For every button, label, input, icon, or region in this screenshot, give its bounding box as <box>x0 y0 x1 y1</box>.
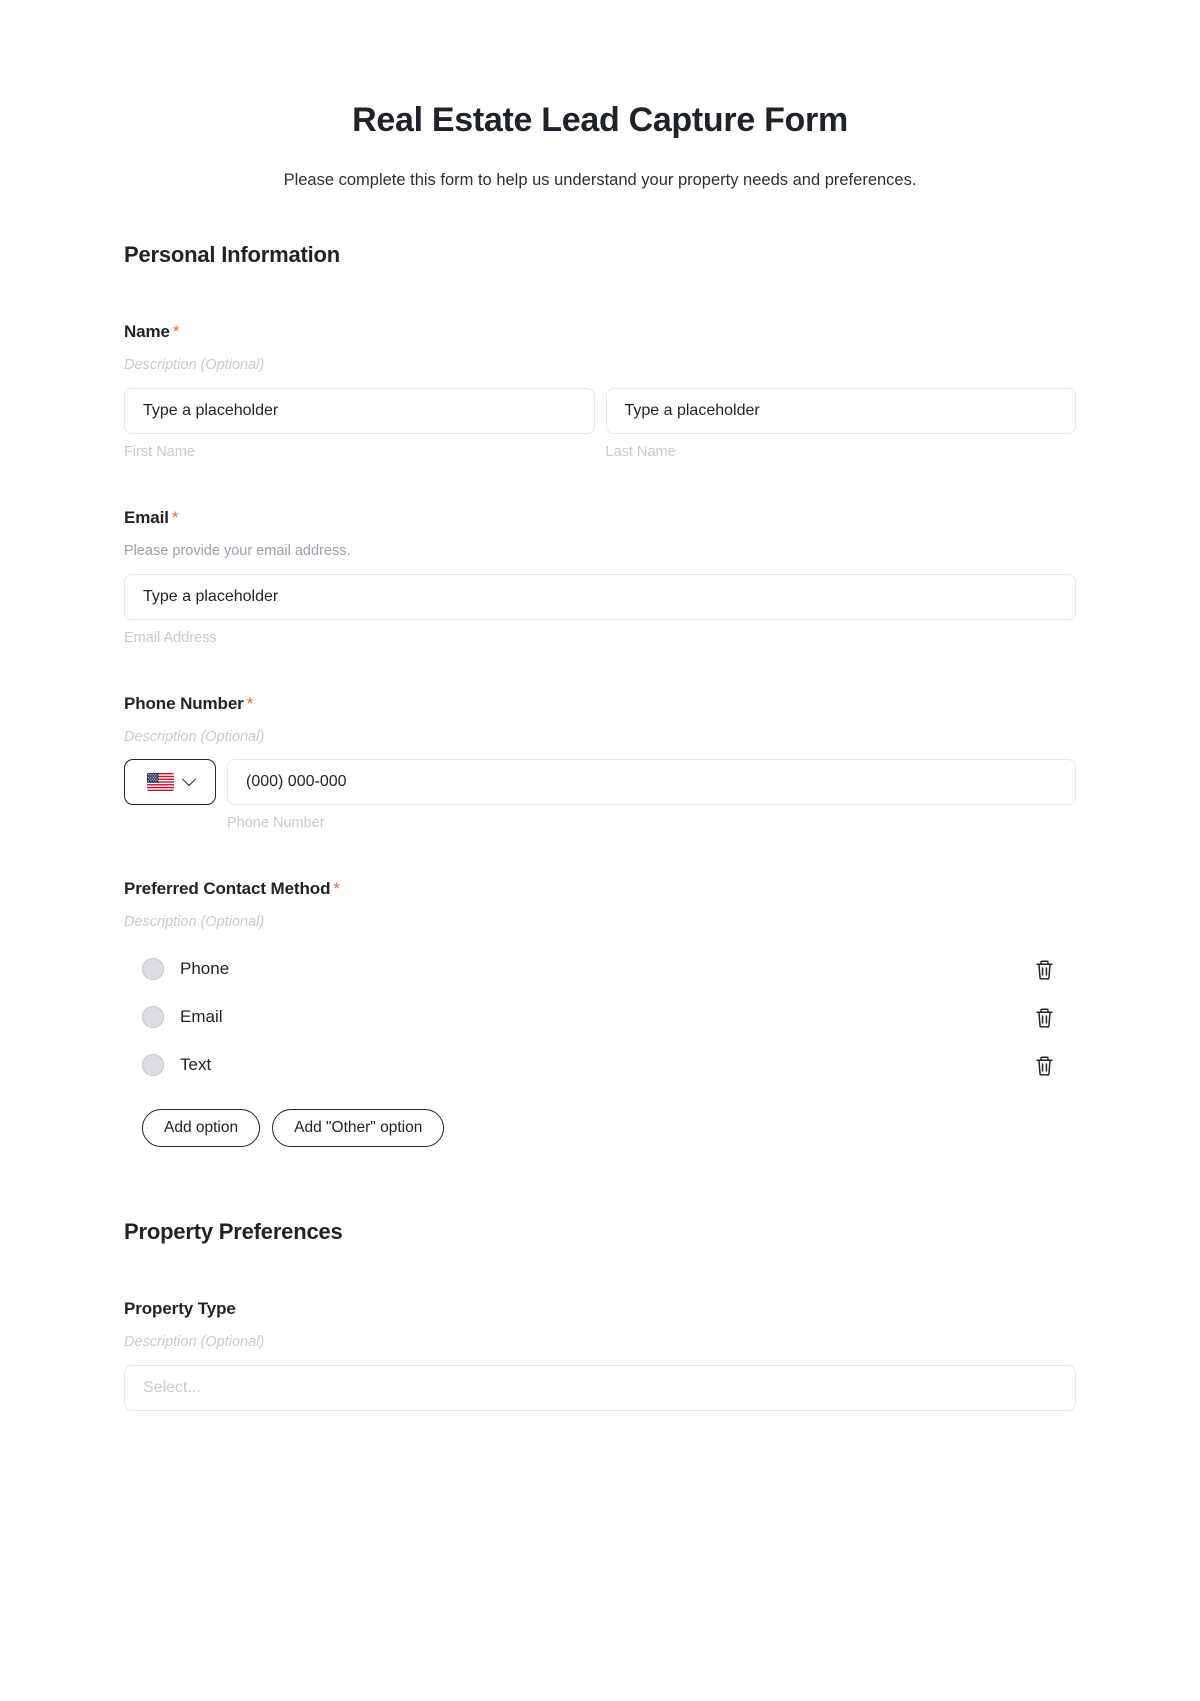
radio-option-label: Text <box>180 1055 212 1075</box>
section-heading-personal-information: Personal Information <box>124 241 341 267</box>
country-code-selector[interactable] <box>124 759 216 806</box>
field-phone-number: Phone Number * Description (Optional) (0… <box>124 694 1076 832</box>
list-item: Text <box>124 1041 1076 1089</box>
field-label-preferred-contact-method: Preferred Contact Method * <box>124 879 1076 899</box>
field-label-phone-number: Phone Number * <box>124 694 1076 714</box>
radio-option-text[interactable] <box>142 1054 164 1077</box>
form-editor-page: Real Estate Lead Capture Form Please com… <box>0 0 1200 1412</box>
phone-number-input[interactable] <box>227 759 1076 806</box>
required-asterisk: * <box>246 693 254 713</box>
us-flag-icon <box>146 773 174 792</box>
delete-option-button-email[interactable] <box>1032 1004 1056 1030</box>
phone-inputs-row <box>124 759 1076 806</box>
radio-option-label: Email <box>180 1007 223 1027</box>
field-email: Email * Please provide your email address… <box>124 508 1076 646</box>
add-option-button[interactable]: Add option <box>142 1109 261 1148</box>
list-item: Email <box>124 993 1076 1041</box>
delete-option-button-text[interactable] <box>1032 1052 1056 1078</box>
field-label-name: Name * <box>124 322 1076 342</box>
section-heading-property-preferences: Property Preferences <box>124 1219 343 1245</box>
radio-option-email[interactable] <box>142 1006 164 1029</box>
field-description-name: Description (Optional) <box>124 356 265 373</box>
first-name-sublabel: First Name <box>124 443 195 460</box>
field-label-property-type: Property Type <box>124 1299 1076 1319</box>
page-title: Real Estate Lead Capture Form <box>352 101 848 139</box>
email-sublabel: Email Address <box>124 629 217 646</box>
field-label-email-text: Email <box>124 507 169 527</box>
first-name-input[interactable] <box>124 387 595 434</box>
delete-option-button-phone[interactable] <box>1032 956 1056 982</box>
phone-number-sublabel: Phone Number <box>227 815 325 832</box>
add-other-option-button[interactable]: Add "Other" option <box>272 1109 445 1148</box>
field-label-email: Email * <box>124 508 1076 528</box>
last-name-sublabel: Last Name <box>605 443 676 460</box>
field-label-name-text: Name <box>124 321 170 341</box>
radio-option-phone[interactable] <box>142 958 164 981</box>
property-type-select[interactable]: Select... <box>124 1365 1076 1412</box>
field-name: Name* Description (Optional) First Name … <box>124 322 1076 460</box>
field-description-email: Please provide your email address. <box>124 542 351 559</box>
form-subtitle: Please complete this form to help us und… <box>283 170 917 189</box>
add-option-controls: Add option Add "Other" option <box>124 1109 1076 1148</box>
chevron-down-icon <box>181 772 196 787</box>
field-label-phone-number-text: Phone Number <box>124 693 244 713</box>
field-preferred-contact-method: Preferred Contact Method * Description (O… <box>124 879 1076 1148</box>
phone-input-group <box>227 759 1076 806</box>
required-asterisk: * <box>172 321 180 341</box>
last-name-input[interactable] <box>605 387 1076 434</box>
required-asterisk: * <box>171 507 179 527</box>
radio-option-label: Phone <box>180 959 230 979</box>
name-inputs-row: First Name Last Name <box>124 387 1076 460</box>
field-property-type: Property Type Description (Optional) Sel… <box>124 1299 1076 1412</box>
last-name-group: Last Name <box>605 387 1076 460</box>
list-item: Phone <box>124 945 1076 993</box>
property-type-select-placeholder: Select... <box>143 1379 201 1397</box>
field-label-preferred-contact-method-text: Preferred Contact Method <box>124 879 331 899</box>
first-name-group: First Name <box>124 387 595 460</box>
field-description-property-type: Description (Optional) <box>124 1334 265 1351</box>
required-asterisk: * <box>333 879 340 899</box>
field-label-property-type-text: Property Type <box>124 1299 236 1319</box>
email-input[interactable] <box>124 573 1076 620</box>
field-description-phone-number: Description (Optional) <box>124 728 265 745</box>
field-description-preferred-contact-method: Description (Optional) <box>124 914 265 931</box>
